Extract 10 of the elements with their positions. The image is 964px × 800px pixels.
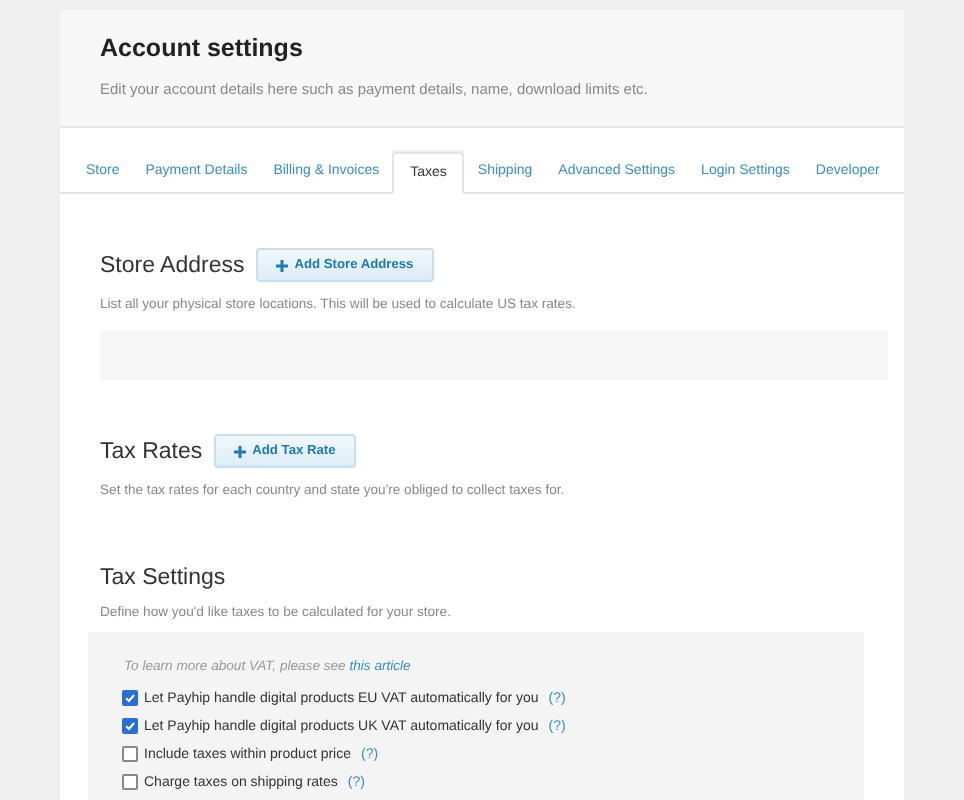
checkbox[interactable]: [122, 690, 138, 706]
checkbox[interactable]: [122, 774, 138, 790]
plus-icon: [276, 259, 289, 271]
checkbox[interactable]: [122, 746, 138, 762]
page-title: Account settings: [100, 34, 305, 62]
section-heading: Tax Rates: [100, 439, 203, 463]
plus-icon: [234, 445, 247, 457]
section-heading: Store Address: [100, 253, 245, 277]
checkbox[interactable]: [122, 718, 138, 734]
section-heading: Tax Settings: [100, 566, 226, 590]
